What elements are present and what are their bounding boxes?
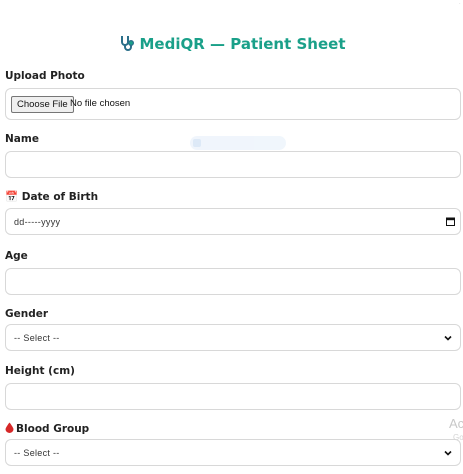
height-input[interactable] — [5, 383, 461, 410]
stethoscope-icon — [120, 36, 134, 51]
gender-selected: -- Select -- — [14, 333, 60, 343]
gender-select[interactable]: -- Select -- — [5, 324, 461, 351]
dob-placeholder: dd-----yyyy — [14, 217, 61, 227]
upload-photo-label: Upload Photo — [5, 70, 85, 82]
activation-watermark-sub: Go — [453, 433, 463, 442]
page-title-text: MediQR — Patient Sheet — [139, 35, 346, 53]
file-status-text: No file chosen — [70, 98, 131, 109]
blood-group-label-text: Blood Group — [16, 423, 90, 435]
gender-label: Gender — [5, 308, 49, 320]
blood-group-selected: -- Select -- — [14, 448, 60, 458]
chevron-down-icon — [444, 450, 452, 456]
faint-overlay-pill — [190, 136, 286, 150]
blood-group-select[interactable]: -- Select -- — [5, 439, 461, 466]
choose-file-button[interactable]: Choose File — [11, 96, 74, 113]
age-input[interactable] — [5, 268, 461, 295]
corner-mark: · — [459, 1, 461, 7]
name-input[interactable] — [5, 151, 461, 178]
age-label: Age — [5, 250, 28, 262]
dob-input[interactable]: dd-----yyyy — [5, 208, 461, 235]
name-label: Name — [5, 133, 39, 145]
blood-group-label: Blood Group — [5, 422, 89, 435]
page-title: MediQR — Patient Sheet — [0, 34, 463, 53]
blood-drop-icon — [5, 422, 14, 433]
activation-watermark: Ac — [449, 416, 463, 431]
dob-label: 📅 Date of Birth — [5, 191, 99, 203]
calendar-icon[interactable] — [446, 217, 455, 226]
chevron-down-icon — [444, 335, 452, 341]
upload-photo-field: Choose File No file chosen — [5, 88, 461, 120]
height-label: Height (cm) — [5, 365, 75, 377]
